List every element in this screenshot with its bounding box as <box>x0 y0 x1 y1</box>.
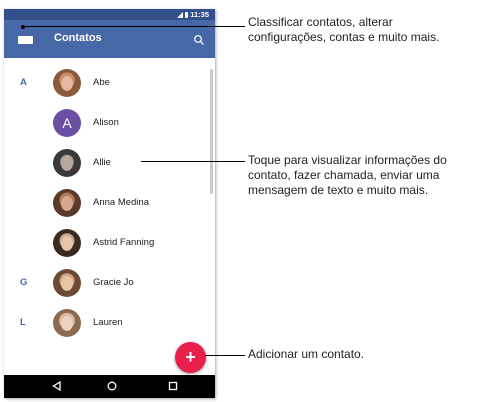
app-title: Contatos <box>54 32 102 44</box>
recent-apps-icon[interactable] <box>168 381 178 391</box>
avatar <box>53 309 81 337</box>
contact-name: Astrid Fanning <box>93 237 155 248</box>
callout-line-1: Toque para visualizar informações do <box>248 153 447 167</box>
contact-row-gracie-jo[interactable]: G Gracie Jo <box>4 266 215 302</box>
contact-name: Lauren <box>93 317 123 328</box>
navigation-bar <box>4 375 215 398</box>
contact-name: Gracie Jo <box>93 277 134 288</box>
avatar <box>53 229 81 257</box>
callout-line-2: contato, fazer chamada, enviar uma <box>248 168 440 182</box>
battery-icon <box>185 11 189 18</box>
search-icon[interactable] <box>193 34 205 46</box>
callout-line-menu <box>23 26 245 27</box>
contact-row-lauren[interactable]: L Lauren <box>4 306 215 342</box>
callout-line-1: Adicionar um contato. <box>248 347 365 361</box>
menu-icon[interactable] <box>18 36 33 44</box>
contact-name: Allie <box>93 157 111 168</box>
contact-row-alison[interactable]: A Alison <box>4 106 215 142</box>
contact-name: Anna Medina <box>93 197 149 208</box>
add-contact-button[interactable]: + <box>175 342 206 373</box>
section-letter: G <box>20 277 28 288</box>
phone-screen: 11:35 Contatos A Abe A Alison Allie Anna… <box>4 9 215 398</box>
callout-add-text: Adicionar um contato. <box>248 347 488 362</box>
section-letter: L <box>20 317 26 328</box>
avatar: A <box>53 109 81 137</box>
contact-row-astrid-fanning[interactable]: Astrid Fanning <box>4 226 215 262</box>
contact-row-abe[interactable]: A Abe <box>4 66 215 102</box>
contact-row-allie[interactable]: Allie <box>4 146 215 182</box>
callout-line-2: configurações, contas e muito mais. <box>248 30 440 44</box>
section-letter: A <box>20 77 27 88</box>
status-icons: 11:35 <box>177 10 209 19</box>
contact-row-anna-medina[interactable]: Anna Medina <box>4 186 215 222</box>
status-time: 11:35 <box>190 10 209 19</box>
scrollbar[interactable] <box>210 69 213 194</box>
avatar <box>53 69 81 97</box>
signal-icon <box>177 11 184 18</box>
callout-line-1: Classificar contatos, alterar <box>248 15 393 29</box>
avatar <box>53 189 81 217</box>
avatar <box>53 149 81 177</box>
back-icon[interactable] <box>52 381 62 391</box>
contact-list: A Abe A Alison Allie Anna Medina Astrid … <box>4 58 215 368</box>
callout-line-3: mensagem de texto e muito mais. <box>248 183 429 197</box>
callout-line-contact <box>141 161 245 162</box>
callout-menu-text: Classificar contatos, alterar configuraç… <box>248 15 498 45</box>
home-icon[interactable] <box>107 381 117 391</box>
callout-contact-text: Toque para visualizar informações do con… <box>248 153 499 198</box>
status-bar: 11:35 <box>4 9 215 20</box>
avatar <box>53 269 81 297</box>
contact-name: Alison <box>93 117 119 128</box>
callout-line-add <box>205 355 245 356</box>
contact-name: Abe <box>93 77 110 88</box>
